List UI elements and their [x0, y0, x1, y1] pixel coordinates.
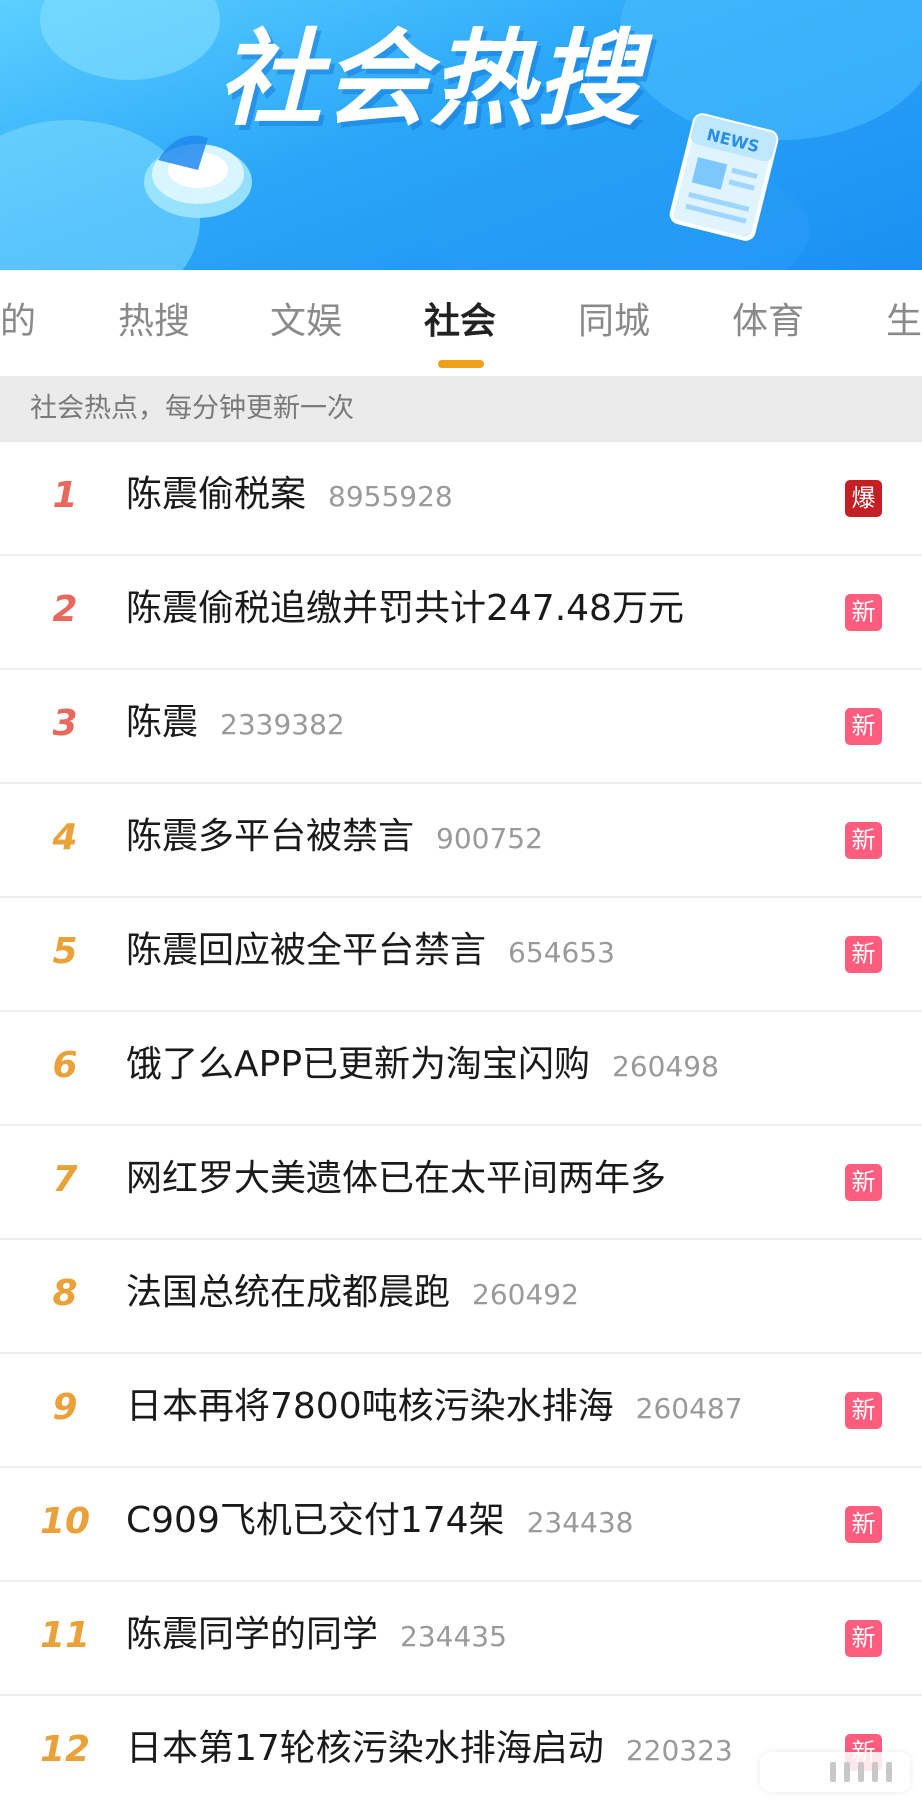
rank-number: 9	[52, 1387, 78, 1428]
tab-hot[interactable]: 热搜	[118, 300, 190, 344]
hot-search-item[interactable]: 3 陈震 2339382 新	[0, 670, 922, 784]
heat-count: 234435	[400, 1620, 507, 1653]
item-text-group: 法国总统在成都晨跑 260492	[126, 1268, 579, 1320]
item-text-group: 饿了么APP已更新为淘宝闪购 260498	[126, 1040, 719, 1092]
hot-badge: 爆	[845, 480, 882, 517]
item-text-group: 陈震多平台被禁言 900752	[126, 812, 543, 864]
banner-decoration	[40, 0, 220, 80]
heat-count: 260498	[612, 1050, 719, 1083]
new-badge: 新	[845, 1164, 882, 1201]
rank-number: 6	[52, 1045, 78, 1086]
banner-decoration	[620, 0, 922, 140]
topic-title: 陈震偷税案	[126, 474, 307, 515]
item-text-group: 日本第17轮核污染水排海启动 220323	[126, 1724, 733, 1776]
tab-entertainment[interactable]: 文娱	[270, 300, 342, 344]
topic-title: 网红罗大美遗体已在太平间两年多	[126, 1158, 667, 1199]
hot-search-item[interactable]: 8 法国总统在成都晨跑 260492	[0, 1240, 922, 1354]
new-badge: 新	[845, 594, 882, 631]
banner-title: 社会热搜	[218, 18, 643, 140]
watermark-overlay	[760, 1752, 910, 1792]
heat-count: 900752	[436, 822, 543, 855]
new-badge: 新	[845, 822, 882, 859]
rank-number: 8	[52, 1273, 78, 1314]
rank-number: 5	[52, 931, 78, 972]
header-banner: 社会热搜 NEWS	[0, 0, 922, 270]
tab-partial-left[interactable]: 的	[0, 300, 36, 344]
rank-number: 7	[52, 1159, 78, 1200]
new-badge: 新	[845, 936, 882, 973]
topic-title: 日本第17轮核污染水排海启动	[126, 1728, 604, 1769]
tab-partial-right[interactable]: 生	[886, 300, 922, 344]
item-text-group: 陈震同学的同学 234435	[126, 1610, 507, 1662]
category-tabs: 的 热搜 文娱 社会 同城 体育 生	[0, 270, 922, 376]
new-badge: 新	[845, 1620, 882, 1657]
topic-title: 饿了么APP已更新为淘宝闪购	[126, 1044, 591, 1085]
tab-society[interactable]: 社会	[424, 300, 496, 344]
rank-number: 10	[39, 1501, 91, 1542]
update-notice-text: 社会热点，每分钟更新一次	[30, 393, 354, 424]
tab-sports[interactable]: 体育	[732, 300, 804, 344]
rank-number: 4	[52, 817, 78, 858]
item-text-group: 陈震 2339382	[126, 698, 345, 750]
item-text-group: 日本再将7800吨核污染水排海 260487	[126, 1382, 743, 1434]
hot-search-list: 1 陈震偷税案 8955928 爆 2 陈震偷税追缴并罚共计247.48万元新 3 陈震 233…	[0, 442, 922, 1801]
topic-title: 陈震回应被全平台禁言	[126, 930, 487, 971]
topic-title: 法国总统在成都晨跑	[126, 1272, 451, 1313]
hot-search-item[interactable]: 9 日本再将7800吨核污染水排海 260487 新	[0, 1354, 922, 1468]
rank-number: 1	[52, 475, 78, 516]
item-text-group: 陈震回应被全平台禁言 654653	[126, 926, 615, 978]
heat-count: 260492	[472, 1278, 579, 1311]
heat-count: 260487	[635, 1392, 743, 1425]
topic-title: 陈震多平台被禁言	[126, 816, 415, 857]
heat-count: 8955928	[328, 480, 453, 513]
tab-local[interactable]: 同城	[578, 300, 650, 344]
heat-count: 220323	[625, 1734, 733, 1767]
hot-search-item[interactable]: 5 陈震回应被全平台禁言 654653 新	[0, 898, 922, 1012]
hot-search-item[interactable]: 4 陈震多平台被禁言 900752 新	[0, 784, 922, 898]
hot-search-item[interactable]: 2 陈震偷税追缴并罚共计247.48万元 新	[0, 556, 922, 670]
hot-search-item[interactable]: 11 陈震同学的同学 234435 新	[0, 1582, 922, 1696]
item-text-group: 网红罗大美遗体已在太平间两年多	[126, 1154, 666, 1204]
topic-title: 陈震偷税追缴并罚共计247.48万元	[126, 588, 684, 629]
hot-search-page: 社会热搜 NEWS 的 热搜 文娱 社会 同城 体育 生 社会热点，每分钟更新一…	[0, 0, 922, 1801]
heat-count: 2339382	[220, 708, 345, 741]
heat-count: 654653	[508, 936, 615, 969]
hot-search-item[interactable]: 1 陈震偷税案 8955928 爆	[0, 442, 922, 556]
hot-search-item[interactable]: 10 C909飞机已交付174架 234438 新	[0, 1468, 922, 1582]
hot-search-item[interactable]: 6 饿了么APP已更新为淘宝闪购 260498	[0, 1012, 922, 1126]
rank-number: 2	[52, 589, 78, 630]
active-tab-indicator	[438, 360, 484, 368]
update-notice: 社会热点，每分钟更新一次	[0, 376, 922, 442]
item-text-group: 陈震偷税追缴并罚共计247.48万元	[126, 584, 684, 634]
new-badge: 新	[845, 1392, 882, 1429]
rank-number: 12	[39, 1729, 91, 1770]
heat-count: 234438	[526, 1506, 634, 1539]
item-text-group: 陈震偷税案 8955928	[126, 470, 453, 522]
new-badge: 新	[845, 1506, 882, 1543]
topic-title: 陈震	[126, 702, 199, 743]
rank-number: 11	[39, 1615, 91, 1656]
rank-number: 3	[52, 703, 78, 744]
topic-title: C909飞机已交付174架	[126, 1500, 505, 1541]
hot-search-item[interactable]: 7 网红罗大美遗体已在太平间两年多 新	[0, 1126, 922, 1240]
new-badge: 新	[845, 708, 882, 745]
topic-title: 陈震同学的同学	[126, 1614, 379, 1655]
topic-title: 日本再将7800吨核污染水排海	[126, 1386, 614, 1427]
item-text-group: C909飞机已交付174架 234438	[126, 1496, 633, 1548]
